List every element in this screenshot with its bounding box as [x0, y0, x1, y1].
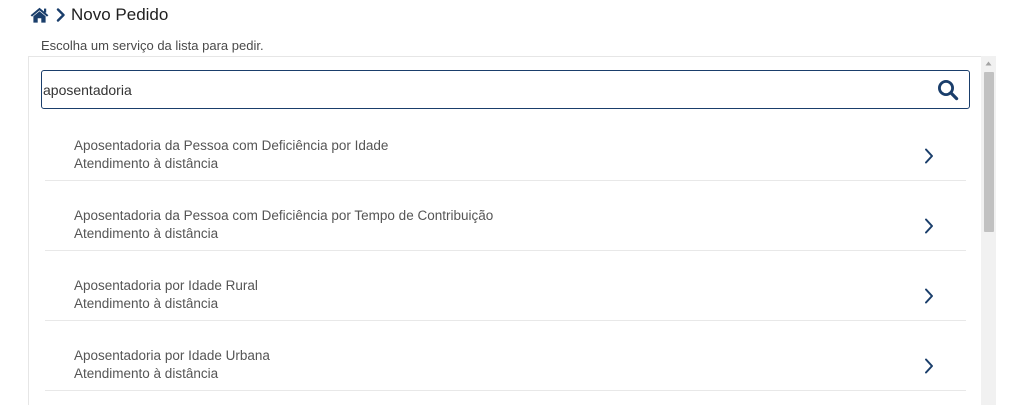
list-item[interactable]: Aposentadoria da Pessoa com Deficiência …	[45, 181, 966, 251]
search-box	[41, 70, 970, 109]
chevron-right-icon	[925, 358, 933, 374]
search-input[interactable]	[42, 71, 922, 108]
list-item[interactable]: Aposentadoria por Idade Rural Atendiment…	[45, 251, 966, 321]
search-icon[interactable]	[937, 79, 959, 101]
service-mode: Atendimento à distância	[74, 226, 219, 241]
new-request-page: Novo Pedido Escolha um serviço da lista …	[0, 0, 1024, 405]
service-name: Aposentadoria por Idade Rural	[74, 278, 258, 293]
list-item[interactable]: Aposentadoria por Idade Urbana Atendimen…	[45, 321, 966, 391]
service-name: Aposentadoria por Idade Urbana	[74, 348, 270, 363]
chevron-right-icon	[925, 148, 933, 164]
scroll-up-arrow-icon[interactable]	[981, 56, 996, 71]
chevron-right-icon	[56, 8, 66, 22]
service-mode: Atendimento à distância	[74, 366, 219, 381]
chevron-right-icon	[925, 288, 933, 304]
chevron-right-icon	[925, 218, 933, 234]
home-icon[interactable]	[30, 7, 49, 23]
service-mode: Atendimento à distância	[74, 156, 219, 171]
scrollbar[interactable]	[981, 56, 996, 405]
service-name: Aposentadoria da Pessoa com Deficiência …	[74, 208, 494, 223]
service-list: Aposentadoria da Pessoa com Deficiência …	[45, 111, 966, 391]
scrollbar-thumb[interactable]	[984, 72, 994, 232]
breadcrumb: Novo Pedido	[30, 4, 168, 26]
service-list-panel: Aposentadoria da Pessoa com Deficiência …	[28, 56, 996, 405]
instruction-text: Escolha um serviço da lista para pedir.	[41, 38, 264, 53]
service-name: Aposentadoria da Pessoa com Deficiência …	[74, 138, 389, 153]
service-mode: Atendimento à distância	[74, 296, 219, 311]
list-item[interactable]: Aposentadoria da Pessoa com Deficiência …	[45, 111, 966, 181]
page-title: Novo Pedido	[71, 5, 169, 24]
